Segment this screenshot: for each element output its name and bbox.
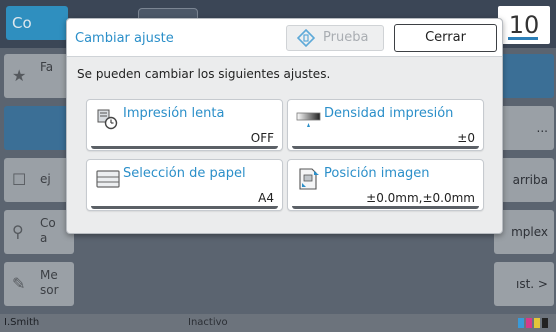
slow-print-label: Impresión lenta (123, 106, 225, 121)
background-right-button-5: ıst. > (494, 262, 554, 306)
folder-star-icon: ★ (12, 66, 27, 85)
background-left-label-3: ej (40, 172, 51, 186)
image-position-icon (299, 168, 319, 190)
image-position-value: ±0.0mm,±0.0mm (366, 191, 475, 205)
close-button-label: Cerrar (425, 30, 466, 45)
image-position-label: Posición imagen (324, 166, 430, 181)
background-copy-tab-label: Co (12, 14, 32, 32)
dialog-message: Se pueden cambiar los siguientes ajustes… (77, 67, 331, 81)
background-left-button-5: ✎ Me sor (4, 262, 74, 306)
background-right-button-1 (494, 54, 554, 98)
close-button[interactable]: Cerrar (394, 24, 497, 52)
paper-selection-value: A4 (258, 191, 274, 205)
background-left-button-1: ★ Fa (4, 54, 74, 98)
background-right-button-4: mplex (494, 210, 554, 254)
dialog-title: Cambiar ajuste (75, 31, 174, 46)
checkbox-icon: ☐ (12, 170, 27, 189)
tile-bottom-bar (292, 146, 479, 149)
background-left-button-3: ☐ ej (4, 158, 74, 202)
test-print-icon (297, 29, 315, 47)
background-right-column: ... arriba mplex ıst. > (494, 48, 556, 314)
status-user: I.Smith (4, 317, 40, 328)
paper-selection-label: Selección de papel (123, 166, 246, 181)
slow-print-value: OFF (250, 131, 274, 145)
print-density-button[interactable]: Densidad impresión ±0 (287, 99, 484, 151)
paper-tray-icon (96, 170, 120, 188)
copy-counter-value: 10 (508, 11, 540, 39)
background-right-label-3: arriba (512, 173, 548, 187)
background-left-column: ★ Fa ☐ ej ⚲ Co a ✎ Me sor (0, 48, 74, 314)
tile-bottom-bar (91, 146, 278, 149)
background-right-label-2: ... (536, 121, 548, 135)
change-settings-dialog: Cambiar ajuste Prueba Cerrar Se pueden c… (66, 18, 503, 234)
test-button[interactable]: Prueba (286, 25, 384, 51)
background-left-label-5: Me sor (40, 268, 59, 297)
background-right-button-3: arriba (494, 158, 554, 202)
background-right-label-5: ıst. > (516, 277, 548, 291)
image-position-button[interactable]: Posición imagen ±0.0mm,±0.0mm (287, 159, 484, 211)
dialog-header: Cambiar ajuste Prueba Cerrar (67, 19, 502, 57)
paper-selection-button[interactable]: Selección de papel A4 (86, 159, 283, 211)
slow-print-icon (97, 109, 118, 130)
print-density-value: ±0 (457, 131, 475, 145)
test-button-label: Prueba (323, 30, 369, 45)
search-icon: ⚲ (12, 222, 24, 241)
slow-print-button[interactable]: Impresión lenta OFF (86, 99, 283, 151)
background-left-button-2 (4, 106, 74, 150)
tile-bottom-bar (91, 206, 278, 209)
status-text: Inactivo (188, 317, 228, 328)
tile-bottom-bar (292, 206, 479, 209)
background-left-label-1: Fa (40, 60, 54, 74)
ink-level-icon (518, 318, 548, 328)
counter-underline (508, 37, 538, 40)
background-right-button-2: ... (494, 106, 554, 150)
background-copy-tab: Co (6, 6, 68, 40)
wrench-icon: ✎ (12, 274, 26, 293)
background-left-button-4: ⚲ Co a (4, 210, 74, 254)
background-right-label-4: mplex (511, 225, 548, 239)
status-bar: I.Smith Inactivo (0, 314, 556, 332)
print-density-label: Densidad impresión (324, 106, 454, 121)
background-left-label-4: Co a (40, 216, 56, 245)
density-icon (296, 112, 321, 127)
copy-counter: 10 (498, 6, 550, 44)
